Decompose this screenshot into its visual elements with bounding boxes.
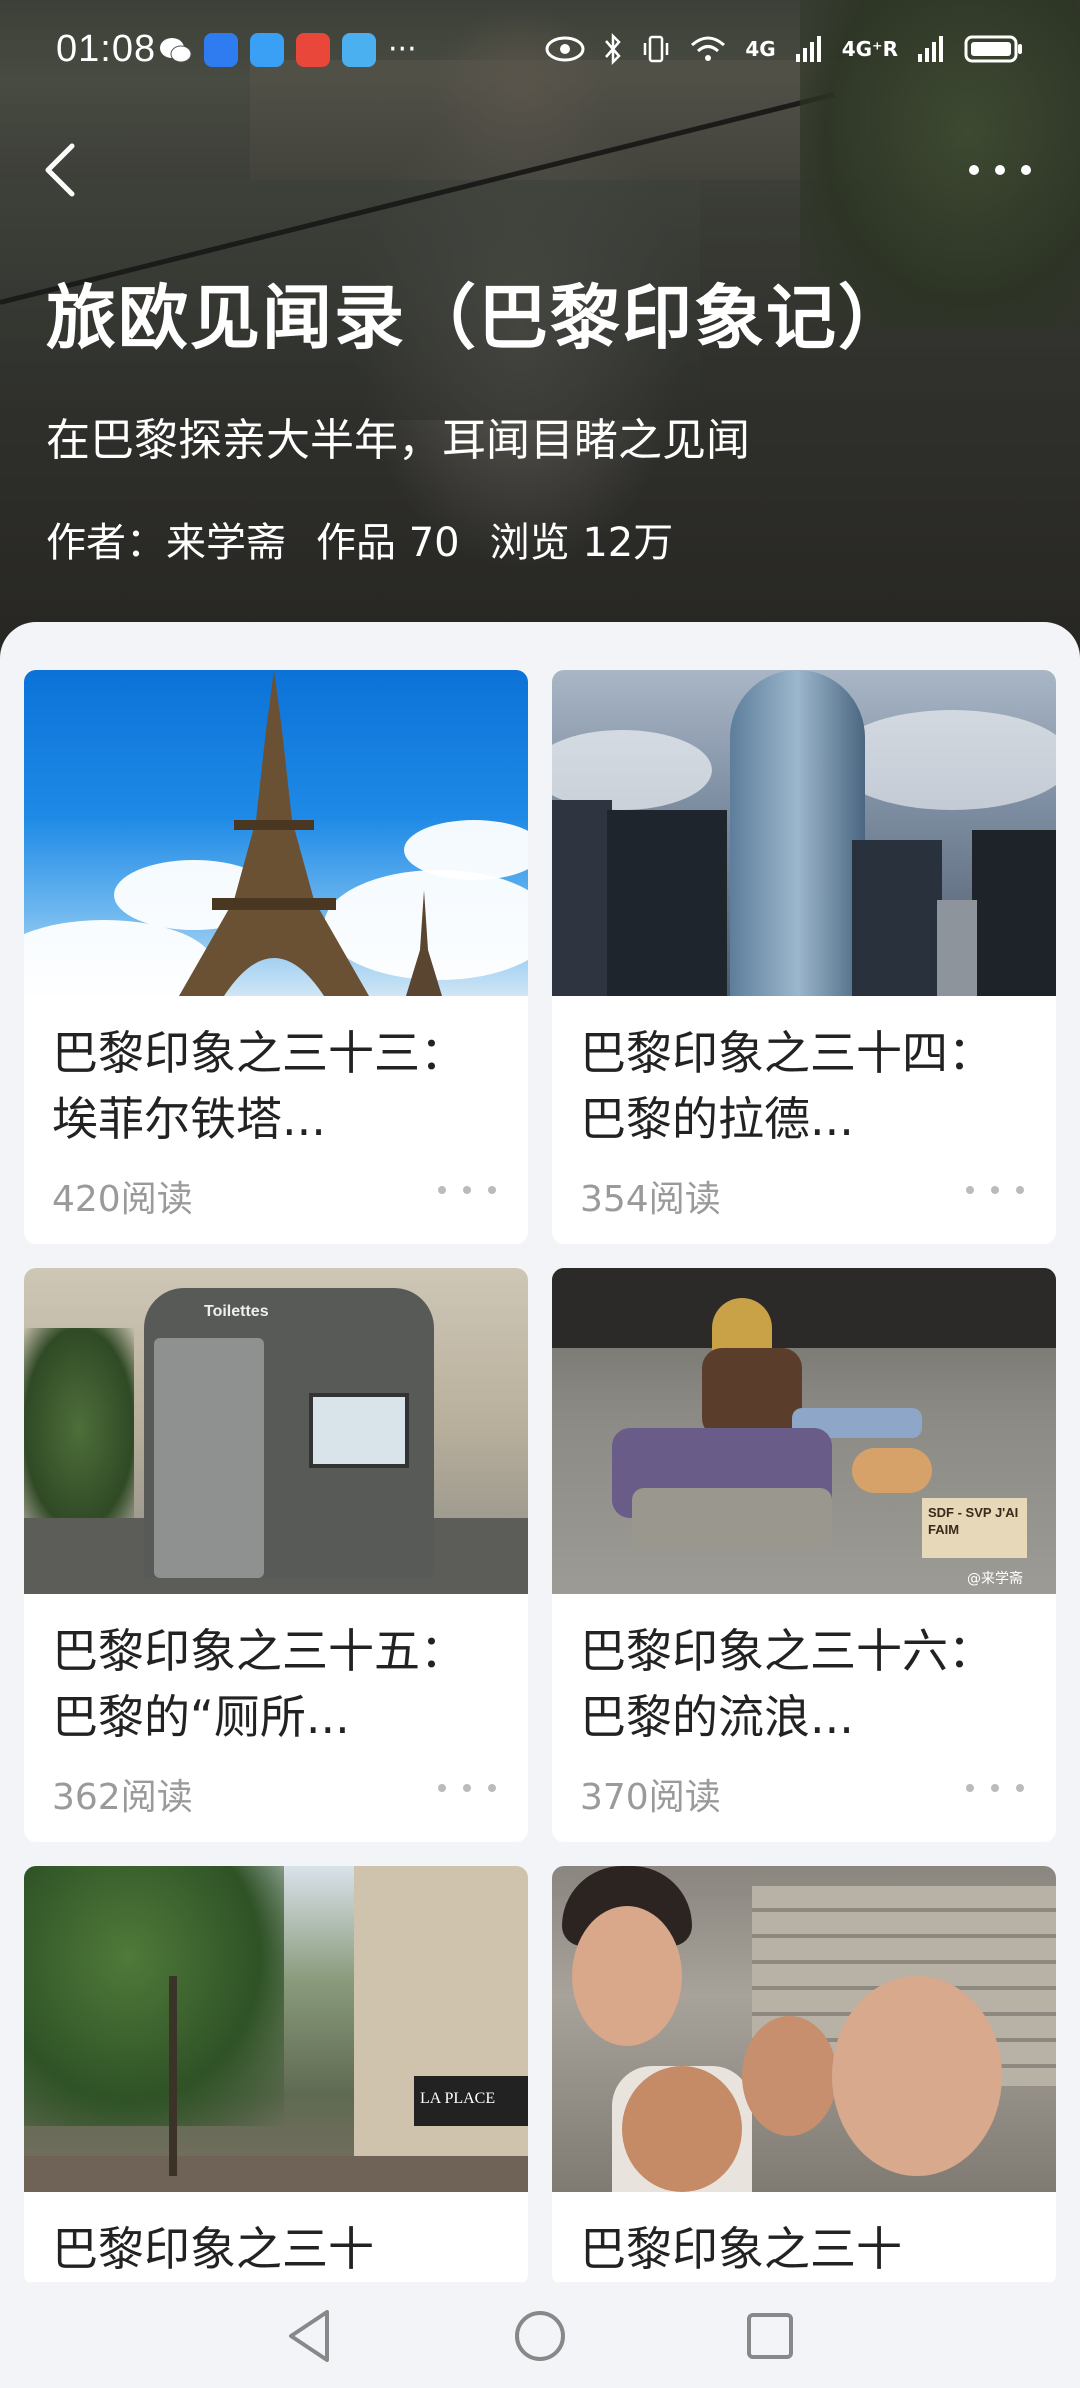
eye-icon [545,36,585,62]
vibrate-icon [644,35,669,63]
article-card[interactable]: 巴黎印象之三十四：巴黎的拉德... 354阅读 [552,670,1056,1244]
article-thumbnail-eiffel-tower [24,670,528,996]
read-count: 362阅读 [52,1777,193,1818]
toilet-sign: Toilettes [204,1303,269,1320]
article-title: 巴黎印象之三十四：巴黎的拉德... [580,1026,994,1146]
article-thumbnail-homeless: SDF - SVP J'AI FAIM @来学斋 [552,1268,1056,1594]
cardboard-sign: SDF - SVP J'AI FAIM [922,1498,1027,1558]
collection-meta: 作者：来学斋 作品 70 浏览 12万 [46,510,673,568]
app-icon-red [296,32,330,67]
back-icon[interactable] [40,140,80,200]
nav-recents-icon[interactable] [745,2311,795,2361]
views-count: 浏览 12万 [489,520,674,566]
image-watermark: @来学斋 [967,1571,1023,1587]
article-thumbnail-street: LA PLACE [24,1866,528,2192]
app-icon-lightblue [342,32,376,67]
read-count: 354阅读 [580,1179,721,1220]
article-thumbnail-public-toilet: Toilettes [24,1268,528,1594]
collection-subtitle: 在巴黎探亲大半年，耳闻目睹之见闻 [46,415,750,466]
article-card[interactable]: Toilettes 巴黎印象之三十五：巴黎的“厕所... 362阅读 [24,1268,528,1842]
article-grid: 巴黎印象之三十三：埃菲尔铁塔... 420阅读 巴黎印象之三十四：巴黎的拉德..… [0,622,1080,2286]
app-icon-blue [204,32,238,67]
more-icon[interactable] [960,1768,1030,1808]
article-thumbnail-la-defense [552,670,1056,996]
more-options-icon[interactable] [960,150,1040,190]
article-title: 巴黎印象之三十五：巴黎的“厕所... [52,1624,466,1744]
article-title: 巴黎印象之三十六：巴黎的流浪... [580,1624,994,1744]
battery-icon [964,35,1022,63]
more-icon[interactable] [432,1170,502,1210]
status-indicators: 4G 4G⁺R [545,32,1024,66]
author-label[interactable]: 作者：来学斋 [46,510,286,568]
app-icon-cyan [250,32,284,67]
article-card[interactable]: 巴黎印象之三十 [552,1866,1056,2286]
status-time: 01:08 [56,28,157,70]
read-count: 420阅读 [52,1179,193,1220]
more-icon[interactable] [960,1170,1030,1210]
article-title: 巴黎印象之三十三：埃菲尔铁塔... [52,1026,466,1146]
system-nav-bar [0,2282,1080,2388]
signal-label-1: 4G [745,37,776,61]
article-card[interactable]: LA PLACE 巴黎印象之三十 [24,1866,528,2286]
nav-home-icon[interactable] [513,2309,567,2363]
nav-back-icon[interactable] [285,2308,335,2364]
article-title: 巴黎印象之三十 [52,2222,374,2276]
article-card[interactable]: 巴黎印象之三十三：埃菲尔铁塔... 420阅读 [24,670,528,1244]
signal-icon-2 [918,36,943,62]
article-title: 巴黎印象之三十 [580,2222,902,2276]
more-notifications-icon: ··· [388,32,417,67]
article-card[interactable]: SDF - SVP J'AI FAIM @来学斋 巴黎印象之三十六：巴黎的流浪.… [552,1268,1056,1842]
signal-icon [795,36,821,62]
read-count: 370阅读 [580,1777,721,1818]
collection-title: 旅欧见闻录（巴黎印象记） [46,277,910,359]
works-count: 作品 70 [316,520,460,566]
wechat-icon [160,37,192,62]
signal-label-2: 4G⁺R [841,37,898,61]
status-bar: 01:08 ··· 4G 4G⁺R [0,0,1080,100]
more-icon[interactable] [432,1768,502,1808]
bluetooth-icon [605,32,622,66]
status-app-icons: ··· [158,32,417,67]
article-thumbnail-selfie [552,1866,1056,2192]
wifi-icon [691,36,726,61]
cafe-sign: LA PLACE [414,2076,528,2126]
